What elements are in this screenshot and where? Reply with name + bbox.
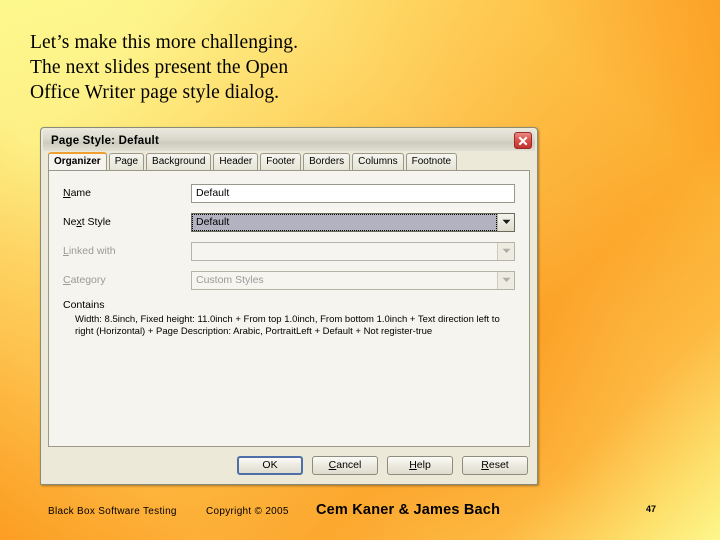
close-button[interactable]	[514, 132, 532, 149]
next-style-row: Next Style Default	[63, 212, 515, 232]
contains-label: Contains	[63, 299, 105, 311]
category-combo: Custom Styles	[191, 270, 515, 290]
title-line-2: The next slides present the Open	[30, 57, 289, 78]
organizer-tab-panel: Name Next Style Default Linked with	[48, 170, 530, 447]
footer-course: Black Box Software Testing	[48, 506, 177, 517]
name-input[interactable]	[191, 183, 515, 203]
tab-page[interactable]: Page	[108, 153, 145, 170]
cancel-button[interactable]: Cancel	[312, 455, 378, 475]
dialog-tabstrip: Organizer Page Background Header Footer …	[43, 151, 535, 170]
slide-footer: Black Box Software Testing Copyright © 2…	[0, 492, 720, 540]
next-style-combo[interactable]: Default	[191, 212, 515, 232]
tab-organizer[interactable]: Organizer	[48, 152, 107, 170]
dialog-title: Page Style: Default	[51, 134, 159, 147]
tab-header[interactable]: Header	[213, 153, 259, 170]
footer-page-number: 47	[646, 504, 657, 514]
title-line-3: Office Writer page style dialog.	[30, 82, 280, 103]
name-row: Name	[63, 183, 515, 203]
slide: Let’s make this more challenging. The ne…	[0, 0, 720, 540]
dialog-titlebar: Page Style: Default	[43, 130, 535, 151]
next-style-label: Next Style	[63, 216, 111, 228]
page-style-dialog: Page Style: Default Organizer Page Backg…	[40, 127, 538, 485]
next-style-value: Default	[192, 213, 497, 231]
help-button[interactable]: Help	[387, 455, 453, 475]
title-line-1: Let’s make this more challenging.	[30, 32, 299, 53]
ok-button[interactable]: OK	[237, 455, 303, 475]
linked-with-row: Linked with	[63, 241, 515, 261]
close-icon	[518, 136, 528, 145]
linked-with-label: Linked with	[63, 245, 116, 257]
chevron-down-icon	[497, 271, 514, 289]
tab-footer[interactable]: Footer	[260, 153, 302, 170]
linked-with-combo	[191, 241, 515, 261]
linked-with-value	[192, 243, 497, 260]
tab-background[interactable]: Background	[146, 153, 212, 170]
category-row: Category Custom Styles	[63, 270, 515, 290]
chevron-down-icon	[497, 213, 514, 231]
dialog-button-bar: OK Cancel Help Reset	[43, 447, 535, 483]
tab-borders[interactable]: Borders	[303, 153, 351, 170]
footer-copyright: Copyright © 2005	[206, 506, 289, 517]
category-label: Category	[63, 274, 106, 286]
slide-title-text: Let’s make this more challenging. The ne…	[30, 30, 460, 105]
name-label: Name	[63, 187, 92, 199]
reset-button[interactable]: Reset	[462, 455, 528, 475]
category-value: Custom Styles	[196, 273, 264, 286]
footer-authors: Cem Kaner & James Bach	[316, 502, 501, 518]
tab-footnote[interactable]: Footnote	[405, 153, 458, 170]
chevron-down-icon	[497, 242, 514, 260]
tab-columns[interactable]: Columns	[352, 153, 404, 170]
contains-description: Width: 8.5inch, Fixed height: 11.0inch +…	[75, 314, 500, 337]
